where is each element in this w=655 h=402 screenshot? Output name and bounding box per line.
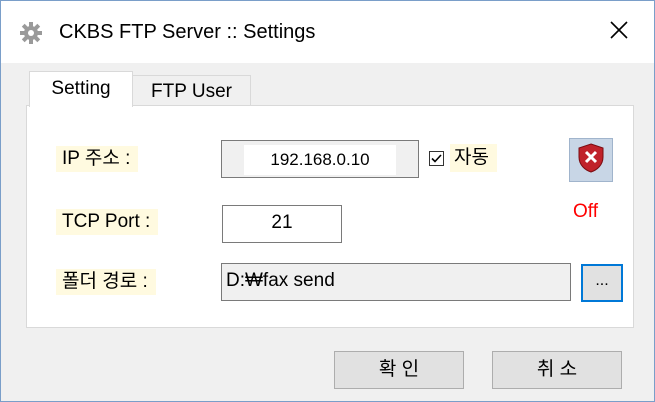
server-toggle-button[interactable] xyxy=(569,138,613,182)
auto-checkbox-label: 자동 xyxy=(450,144,497,172)
ip-address-field[interactable]: 192.168.0.10 xyxy=(221,140,419,178)
folder-path-field[interactable]: D:₩fax send xyxy=(221,263,571,301)
tcp-port-field[interactable]: 21 xyxy=(222,205,342,243)
tcp-port-label: TCP Port : xyxy=(56,209,159,235)
ip-address-label: IP 주소 : xyxy=(56,146,139,172)
cancel-button[interactable]: 취 소 xyxy=(492,351,622,389)
shield-x-icon xyxy=(577,142,605,178)
auto-checkbox[interactable] xyxy=(429,150,444,166)
window-title: CKBS FTP Server :: Settings xyxy=(59,21,316,43)
folder-path-label: 폴더 경로 : xyxy=(56,269,156,295)
settings-window: CKBS FTP Server :: Settings Setting FTP … xyxy=(0,0,655,402)
ip-address-value: 192.168.0.10 xyxy=(244,145,396,175)
tab-ftp-user[interactable]: FTP User xyxy=(132,75,251,106)
title-bar: CKBS FTP Server :: Settings xyxy=(1,1,654,63)
tab-setting[interactable]: Setting xyxy=(29,71,133,107)
close-button[interactable] xyxy=(584,1,654,63)
ok-button[interactable]: 확 인 xyxy=(334,351,464,389)
close-icon xyxy=(609,20,629,45)
auto-checkbox-group[interactable]: 자동 xyxy=(429,144,497,172)
gear-icon xyxy=(19,21,43,45)
checkmark-icon xyxy=(431,153,442,163)
server-status-text: Off xyxy=(573,201,598,222)
browse-folder-button[interactable]: ... xyxy=(581,264,623,302)
